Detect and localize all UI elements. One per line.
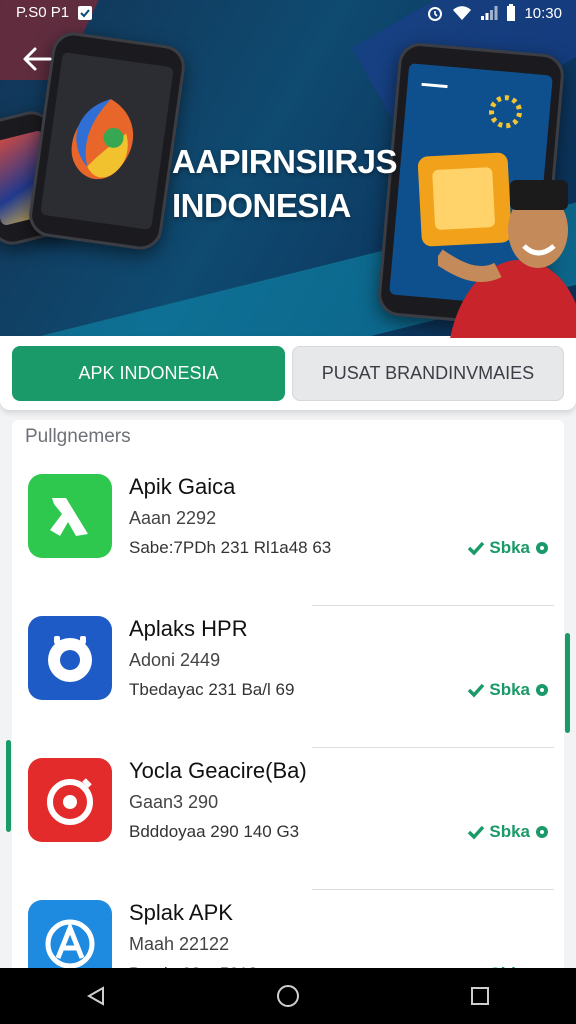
status-text: Sbka	[489, 538, 530, 557]
app-subtitle: Aaan 2292	[129, 508, 217, 528]
app-icon	[28, 758, 112, 842]
back-button[interactable]	[20, 42, 54, 76]
divider	[312, 889, 554, 890]
verified-badge: Sbka	[467, 538, 550, 558]
list-item[interactable]: Aplaks HPR Adoni 2449 Tbedayac 231 Ba/l …	[12, 608, 564, 748]
section-label: Pullgnemers	[25, 426, 131, 447]
app-list: Pullgnemers Apik Gaica Aaan 2292 Sabe:7P…	[12, 420, 564, 980]
verified-badge: Sbka	[467, 680, 550, 700]
signal-icon	[481, 6, 498, 20]
notification-icon	[78, 5, 93, 20]
status-text: Sbka	[489, 822, 530, 841]
app-meta: Sabe:7PDh 231 Rl1a48 63	[129, 538, 332, 557]
nav-back-button[interactable]	[76, 976, 116, 1016]
app-icon	[28, 616, 112, 700]
hero-title-line: INDONESIA	[172, 187, 351, 224]
nav-recents-button[interactable]	[460, 976, 500, 1016]
alarm-icon	[428, 7, 443, 21]
gear-icon	[536, 684, 548, 696]
status-time: 10:30	[524, 4, 562, 22]
robot-icon	[48, 636, 92, 682]
colorful-logo-icon	[40, 52, 170, 226]
circle-home-icon	[277, 985, 299, 1007]
check-icon	[468, 825, 485, 840]
app-name: Yocla Geacire(Ba)	[129, 758, 307, 783]
list-item[interactable]: Yocla Geacire(Ba) Gaan3 290 Bdddoyaa 290…	[12, 750, 564, 890]
phone-icon	[50, 498, 88, 536]
hero-banner: AAPIRNSIIRJS INDONESIA	[0, 0, 576, 338]
app-name: Splak APK	[129, 900, 233, 925]
scrollbar[interactable]	[565, 633, 570, 733]
gear-icon	[536, 542, 548, 554]
nav-home-button[interactable]	[268, 976, 308, 1016]
letter-a-icon	[45, 919, 95, 969]
list-item[interactable]: Apik Gaica Aaan 2292 Sabe:7PDh 231 Rl1a4…	[12, 466, 564, 606]
scroll-indicator	[6, 740, 11, 832]
target-icon	[47, 778, 93, 825]
status-left-text: P.S0 P1	[16, 4, 70, 21]
status-text: Sbka	[489, 680, 530, 699]
app-subtitle: Gaan3 290	[129, 792, 219, 812]
app-meta: Tbedayac 231 Ba/l 69	[129, 680, 295, 699]
gear-icon	[536, 826, 548, 838]
status-bar: P.S0 P1 10:30	[0, 0, 576, 26]
person-illustration	[438, 180, 576, 338]
list-item[interactable]: Splak APK Maah 22122 Pesde 23 a 5213 Sbk…	[12, 892, 564, 980]
system-nav-bar	[0, 968, 576, 1024]
app-meta: Bdddoyaa 290 140 G3	[129, 822, 300, 841]
divider	[312, 747, 554, 748]
hero-title: AAPIRNSIIRJS INDONESIA	[172, 140, 398, 228]
app-name: Aplaks HPR	[129, 616, 248, 641]
verified-badge: Sbka	[467, 822, 550, 842]
hero-title-line: AAPIRNSIIRJS	[172, 143, 398, 180]
app-subtitle: Maah 22122	[129, 934, 230, 954]
divider	[312, 605, 554, 606]
square-recents-icon	[471, 987, 489, 1005]
tab-pusat-brand[interactable]: PUSAT BRANDINVMAIES	[292, 346, 564, 401]
triangle-back-icon	[86, 986, 104, 1006]
battery-icon	[507, 4, 516, 21]
app-subtitle: Adoni 2449	[129, 650, 221, 670]
check-icon	[468, 541, 485, 556]
tab-bar: APK INDONESIA PUSAT BRANDINVMAIES	[0, 336, 576, 410]
check-icon	[468, 683, 485, 698]
wifi-icon	[453, 6, 472, 20]
tab-apk-indonesia[interactable]: APK INDONESIA	[12, 346, 285, 401]
app-name: Apik Gaica	[129, 474, 236, 499]
app-icon	[28, 474, 112, 558]
arrow-left-icon	[23, 47, 52, 71]
